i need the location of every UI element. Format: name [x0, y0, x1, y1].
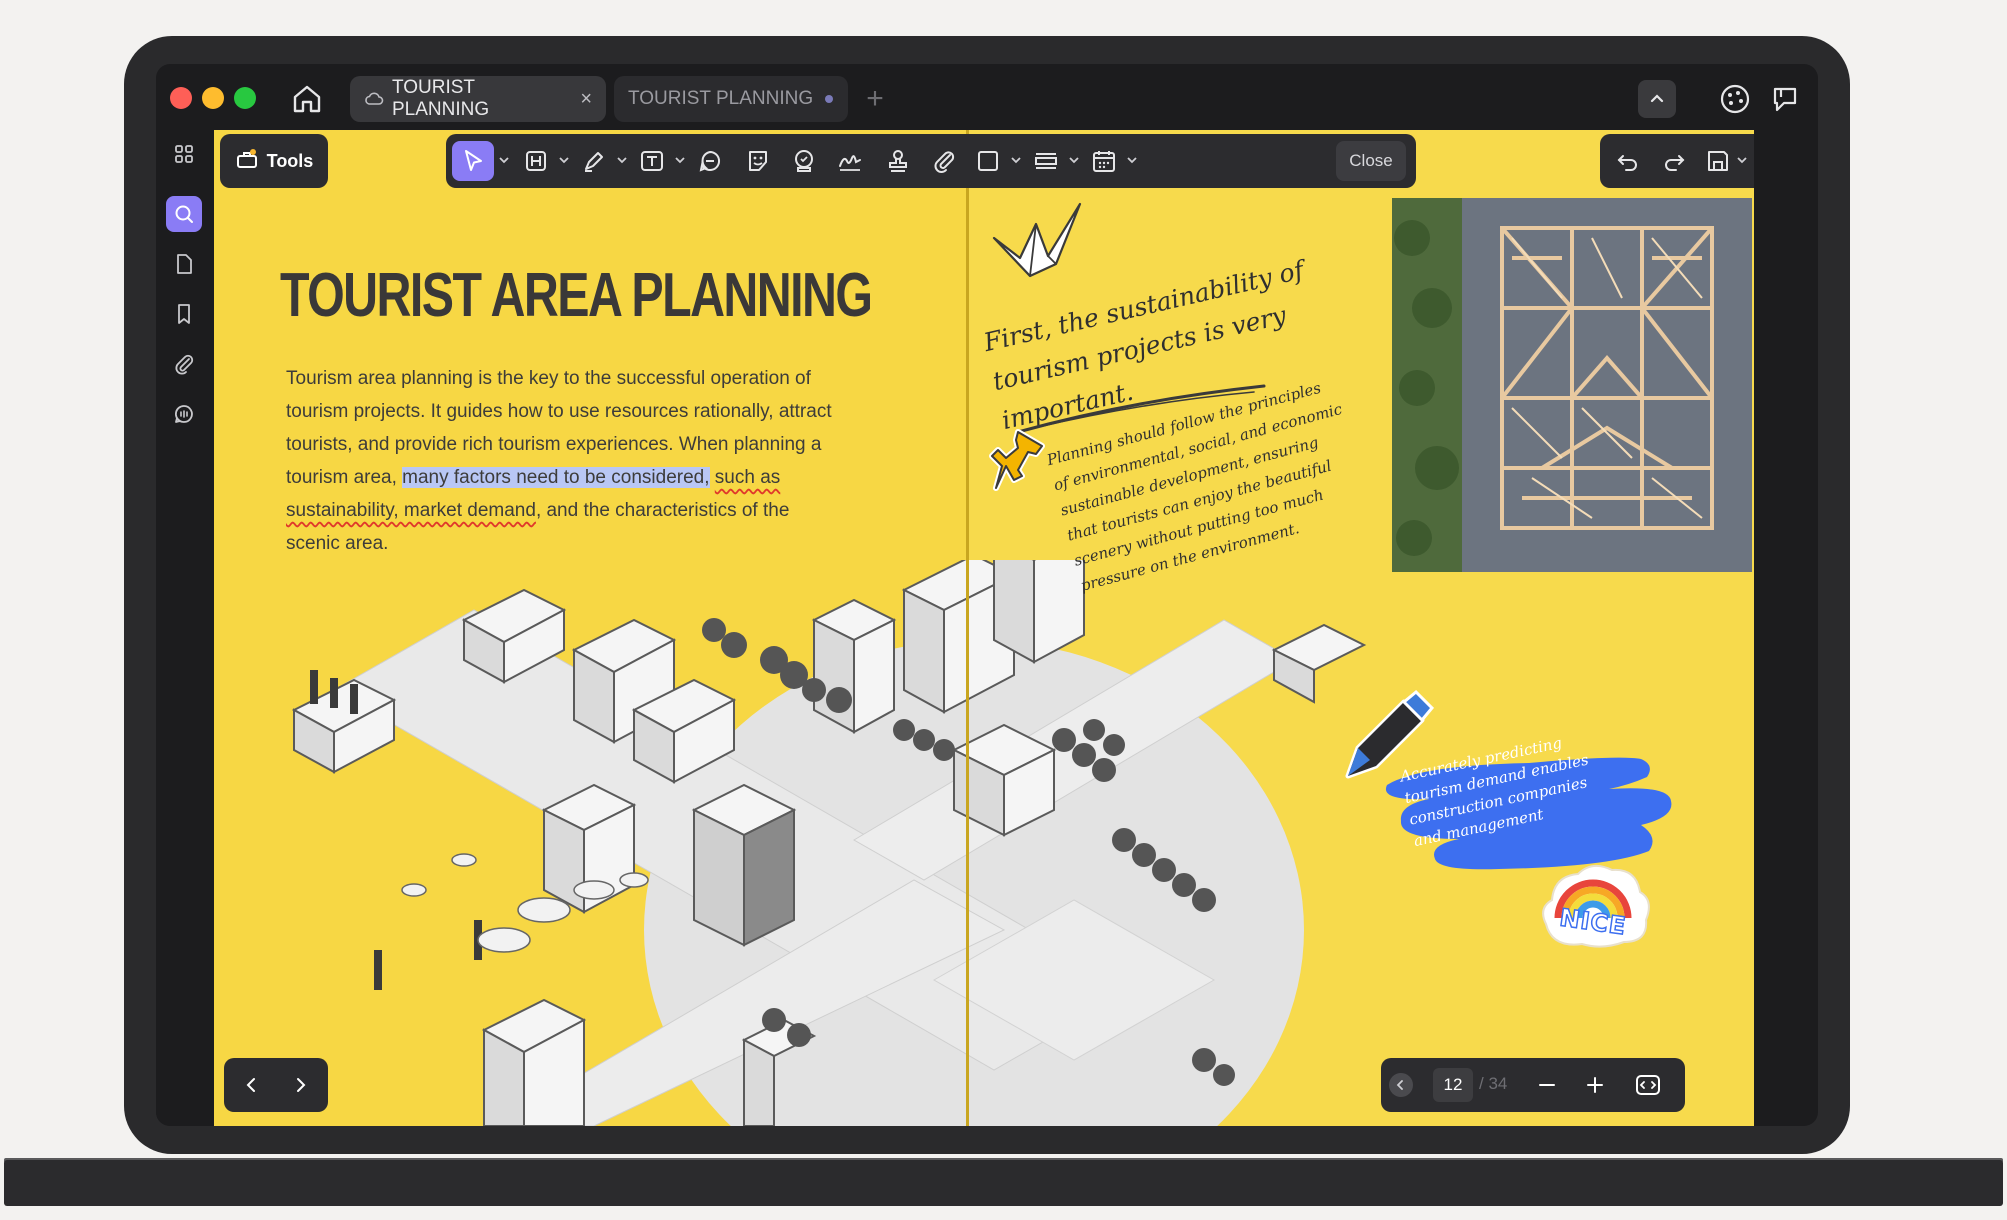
highlighter-pen-icon[interactable]: [574, 141, 614, 181]
text-box-icon[interactable]: [632, 141, 672, 181]
fit-width-icon[interactable]: [1631, 1070, 1665, 1100]
page-zoom-controls: 12 / 34: [1381, 1058, 1685, 1112]
thumbnails-grid-icon[interactable]: [166, 136, 202, 172]
comments-icon[interactable]: [166, 396, 202, 432]
page-spine: [966, 130, 969, 1126]
zoom-in-plus-icon[interactable]: [1579, 1070, 1611, 1100]
pushpin-sticker[interactable]: [984, 426, 1054, 506]
tab-label: TOURIST PLANNING: [392, 77, 490, 120]
current-page-input[interactable]: 12: [1433, 1068, 1473, 1102]
heading-dropdown-chevron-icon[interactable]: [558, 154, 570, 166]
pages-icon[interactable]: [166, 246, 202, 282]
app-window: TOURIST PLANNING × TOURIST PLANNING + To…: [156, 64, 1818, 1126]
new-tab-plus-icon[interactable]: +: [860, 82, 890, 116]
stamp-icon[interactable]: [878, 141, 918, 181]
rectangle-shape-icon[interactable]: [968, 141, 1008, 181]
left-sidebar: [156, 130, 212, 1126]
redo-icon[interactable]: [1654, 141, 1694, 181]
tab-close-icon[interactable]: ×: [580, 88, 592, 111]
laptop-base: [4, 1160, 2003, 1206]
heading-text-icon[interactable]: [516, 141, 556, 181]
unsaved-dot-icon: [825, 95, 834, 103]
history-toolbar: [1600, 134, 1754, 188]
comment-bubble-icon[interactable]: [690, 141, 730, 181]
bookmark-icon[interactable]: [166, 296, 202, 332]
close-window-button[interactable]: [170, 87, 192, 109]
attachment-icon[interactable]: [166, 346, 202, 382]
zoom-out-minus-icon[interactable]: [1531, 1070, 1563, 1100]
previous-page-chevron-icon[interactable]: [232, 1066, 272, 1104]
highlighted-text[interactable]: many factors need to be considered,: [402, 467, 710, 488]
calendar-date-icon[interactable]: [1084, 141, 1124, 181]
maximize-window-button[interactable]: [234, 87, 256, 109]
page-title: TOURIST AREA PLANNING: [280, 261, 873, 330]
body-paragraph: Tourism area planning is the key to the …: [286, 362, 846, 560]
tab-tourist-planning[interactable]: TOURIST PLANNING: [614, 76, 848, 122]
tools-label: Tools: [266, 150, 314, 171]
tab-label: TOURIST PLANNING: [628, 88, 814, 109]
sticker-icon[interactable]: [738, 141, 778, 181]
toolbox-icon: [235, 147, 259, 176]
close-toolbar-button[interactable]: Close: [1336, 141, 1406, 181]
previous-page-small-icon[interactable]: [1389, 1073, 1413, 1097]
home-icon[interactable]: [290, 82, 324, 116]
document-page: Tools Close TOURIST AREA PLANNING Touris…: [214, 130, 1754, 1126]
highlighter-dropdown-chevron-icon[interactable]: [616, 154, 628, 166]
cloud-icon: [364, 91, 384, 107]
shape-dropdown-chevron-icon[interactable]: [1010, 154, 1022, 166]
save-icon[interactable]: [1700, 141, 1736, 181]
select-dropdown-chevron-icon[interactable]: [498, 154, 510, 166]
search-icon[interactable]: [166, 196, 202, 232]
select-cursor-icon[interactable]: [452, 141, 494, 181]
next-page-chevron-icon[interactable]: [280, 1066, 320, 1104]
annotation-toolbar: Close: [446, 134, 1416, 188]
comment-panel-icon[interactable]: [1766, 80, 1804, 118]
nice-rainbow-sticker[interactable]: NICE: [1532, 854, 1654, 952]
measure-dropdown-chevron-icon[interactable]: [1068, 154, 1080, 166]
minimize-window-button[interactable]: [202, 87, 224, 109]
total-pages-label: / 34: [1479, 1074, 1508, 1093]
date-dropdown-chevron-icon[interactable]: [1126, 154, 1138, 166]
construction-aerial-photo[interactable]: [1392, 198, 1752, 572]
ai-assistant-icon[interactable]: [1716, 80, 1754, 118]
origami-crane-sticker[interactable]: [990, 198, 1086, 282]
collapse-chevron-up-icon[interactable]: [1638, 80, 1676, 118]
tab-tourist-planning-active[interactable]: TOURIST PLANNING ×: [350, 76, 606, 122]
undo-icon[interactable]: [1608, 141, 1648, 181]
text-dropdown-chevron-icon[interactable]: [674, 154, 686, 166]
attach-file-icon[interactable]: [924, 141, 964, 181]
tools-button[interactable]: Tools: [220, 134, 328, 188]
signature-icon[interactable]: [830, 141, 870, 181]
page-nav-group: [224, 1058, 328, 1112]
stamp-seal-icon[interactable]: [784, 141, 824, 181]
save-dropdown-chevron-icon[interactable]: [1736, 154, 1748, 166]
measure-ruler-icon[interactable]: [1026, 141, 1066, 181]
